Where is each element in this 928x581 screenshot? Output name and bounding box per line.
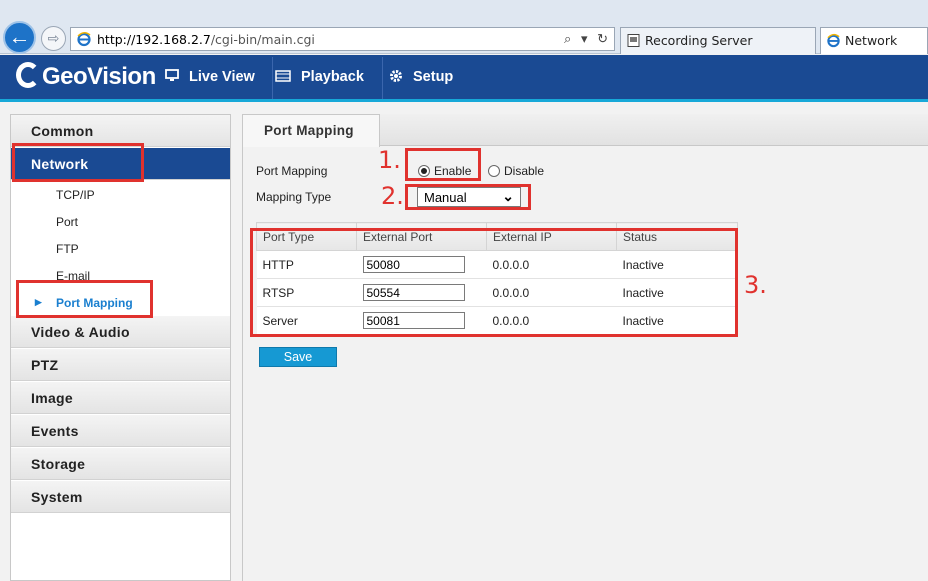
highlight-box-port-mapping bbox=[16, 280, 153, 318]
ie-icon bbox=[827, 33, 840, 48]
disable-label: Disable bbox=[504, 164, 545, 178]
monitor-icon bbox=[165, 69, 179, 81]
nav-label: Setup bbox=[413, 69, 454, 85]
sidebar-item-ftp[interactable]: FTP bbox=[11, 235, 230, 262]
highlight-box-network bbox=[12, 143, 144, 182]
annotation-step-1: 1. bbox=[378, 146, 401, 174]
sidebar-group-ptz[interactable]: PTZ bbox=[11, 349, 230, 381]
nav-live-view[interactable]: Live View bbox=[165, 55, 271, 99]
tab-label: Recording Server bbox=[645, 33, 753, 48]
settings-sidebar: Common Network TCP/IP Port FTP E-mail Po… bbox=[10, 114, 231, 581]
sidebar-item-tcpip[interactable]: TCP/IP bbox=[11, 181, 230, 208]
highlight-box-table bbox=[250, 228, 738, 337]
sidebar-group-events[interactable]: Events bbox=[11, 415, 230, 447]
sidebar-item-port[interactable]: Port bbox=[11, 208, 230, 235]
main-panel: Port Mapping Port Mapping Enable Disable… bbox=[242, 114, 928, 581]
gear-icon bbox=[390, 70, 402, 82]
sidebar-group-video-audio[interactable]: Video & Audio bbox=[11, 316, 230, 348]
url-path: /cgi-bin/main.cgi bbox=[210, 32, 315, 47]
divider bbox=[382, 57, 383, 99]
forward-arrow-icon[interactable]: ⇨ bbox=[41, 26, 66, 51]
radio-unselected-icon[interactable] bbox=[488, 165, 500, 177]
sidebar-group-system[interactable]: System bbox=[11, 481, 230, 513]
url-host: http://192.168.2.7 bbox=[97, 32, 211, 47]
annotation-step-2: 2. bbox=[381, 182, 404, 210]
save-button[interactable]: Save bbox=[259, 347, 337, 367]
film-icon bbox=[275, 70, 291, 82]
ie-icon bbox=[77, 32, 91, 47]
dropdown-icon[interactable]: ▾ bbox=[581, 31, 588, 46]
back-arrow-icon[interactable]: ← bbox=[3, 21, 36, 54]
highlight-box-enable bbox=[405, 148, 481, 181]
mapping-type-label: Mapping Type bbox=[256, 190, 332, 204]
nav-label: Playback bbox=[301, 69, 364, 85]
browser-tab-recording-server[interactable]: Recording Server bbox=[620, 27, 816, 54]
geovision-logo: GeoVision bbox=[16, 62, 156, 91]
search-icon[interactable]: ⌕ bbox=[564, 31, 571, 46]
highlight-box-mapping-type bbox=[405, 184, 531, 210]
app-header: GeoVision Live View Playback Setup bbox=[0, 55, 928, 102]
radio-disable[interactable]: Disable bbox=[488, 164, 544, 178]
page-icon bbox=[627, 34, 640, 47]
browser-tab-network[interactable]: Network bbox=[820, 27, 928, 54]
address-tools: ⌕ ▾ ↻ bbox=[558, 31, 608, 47]
divider bbox=[272, 57, 273, 99]
nav-playback[interactable]: Playback bbox=[275, 55, 381, 99]
tab-label: Network bbox=[845, 33, 898, 48]
sidebar-group-storage[interactable]: Storage bbox=[11, 448, 230, 480]
port-mapping-label: Port Mapping bbox=[256, 164, 328, 178]
sidebar-group-image[interactable]: Image bbox=[11, 382, 230, 414]
logo-text: GeoVision bbox=[42, 63, 156, 90]
annotation-step-3: 3. bbox=[744, 271, 767, 299]
browser-toolbar: ← ⇨ http://192.168.2.7/cgi-bin/main.cgi … bbox=[0, 0, 928, 54]
nav-label: Live View bbox=[189, 69, 255, 85]
url-text: http://192.168.2.7/cgi-bin/main.cgi bbox=[97, 32, 315, 47]
refresh-icon[interactable]: ↻ bbox=[597, 31, 608, 46]
tab-port-mapping[interactable]: Port Mapping bbox=[243, 114, 380, 147]
address-bar[interactable]: http://192.168.2.7/cgi-bin/main.cgi ⌕ ▾ … bbox=[70, 27, 615, 51]
nav-setup[interactable]: Setup bbox=[385, 55, 493, 99]
